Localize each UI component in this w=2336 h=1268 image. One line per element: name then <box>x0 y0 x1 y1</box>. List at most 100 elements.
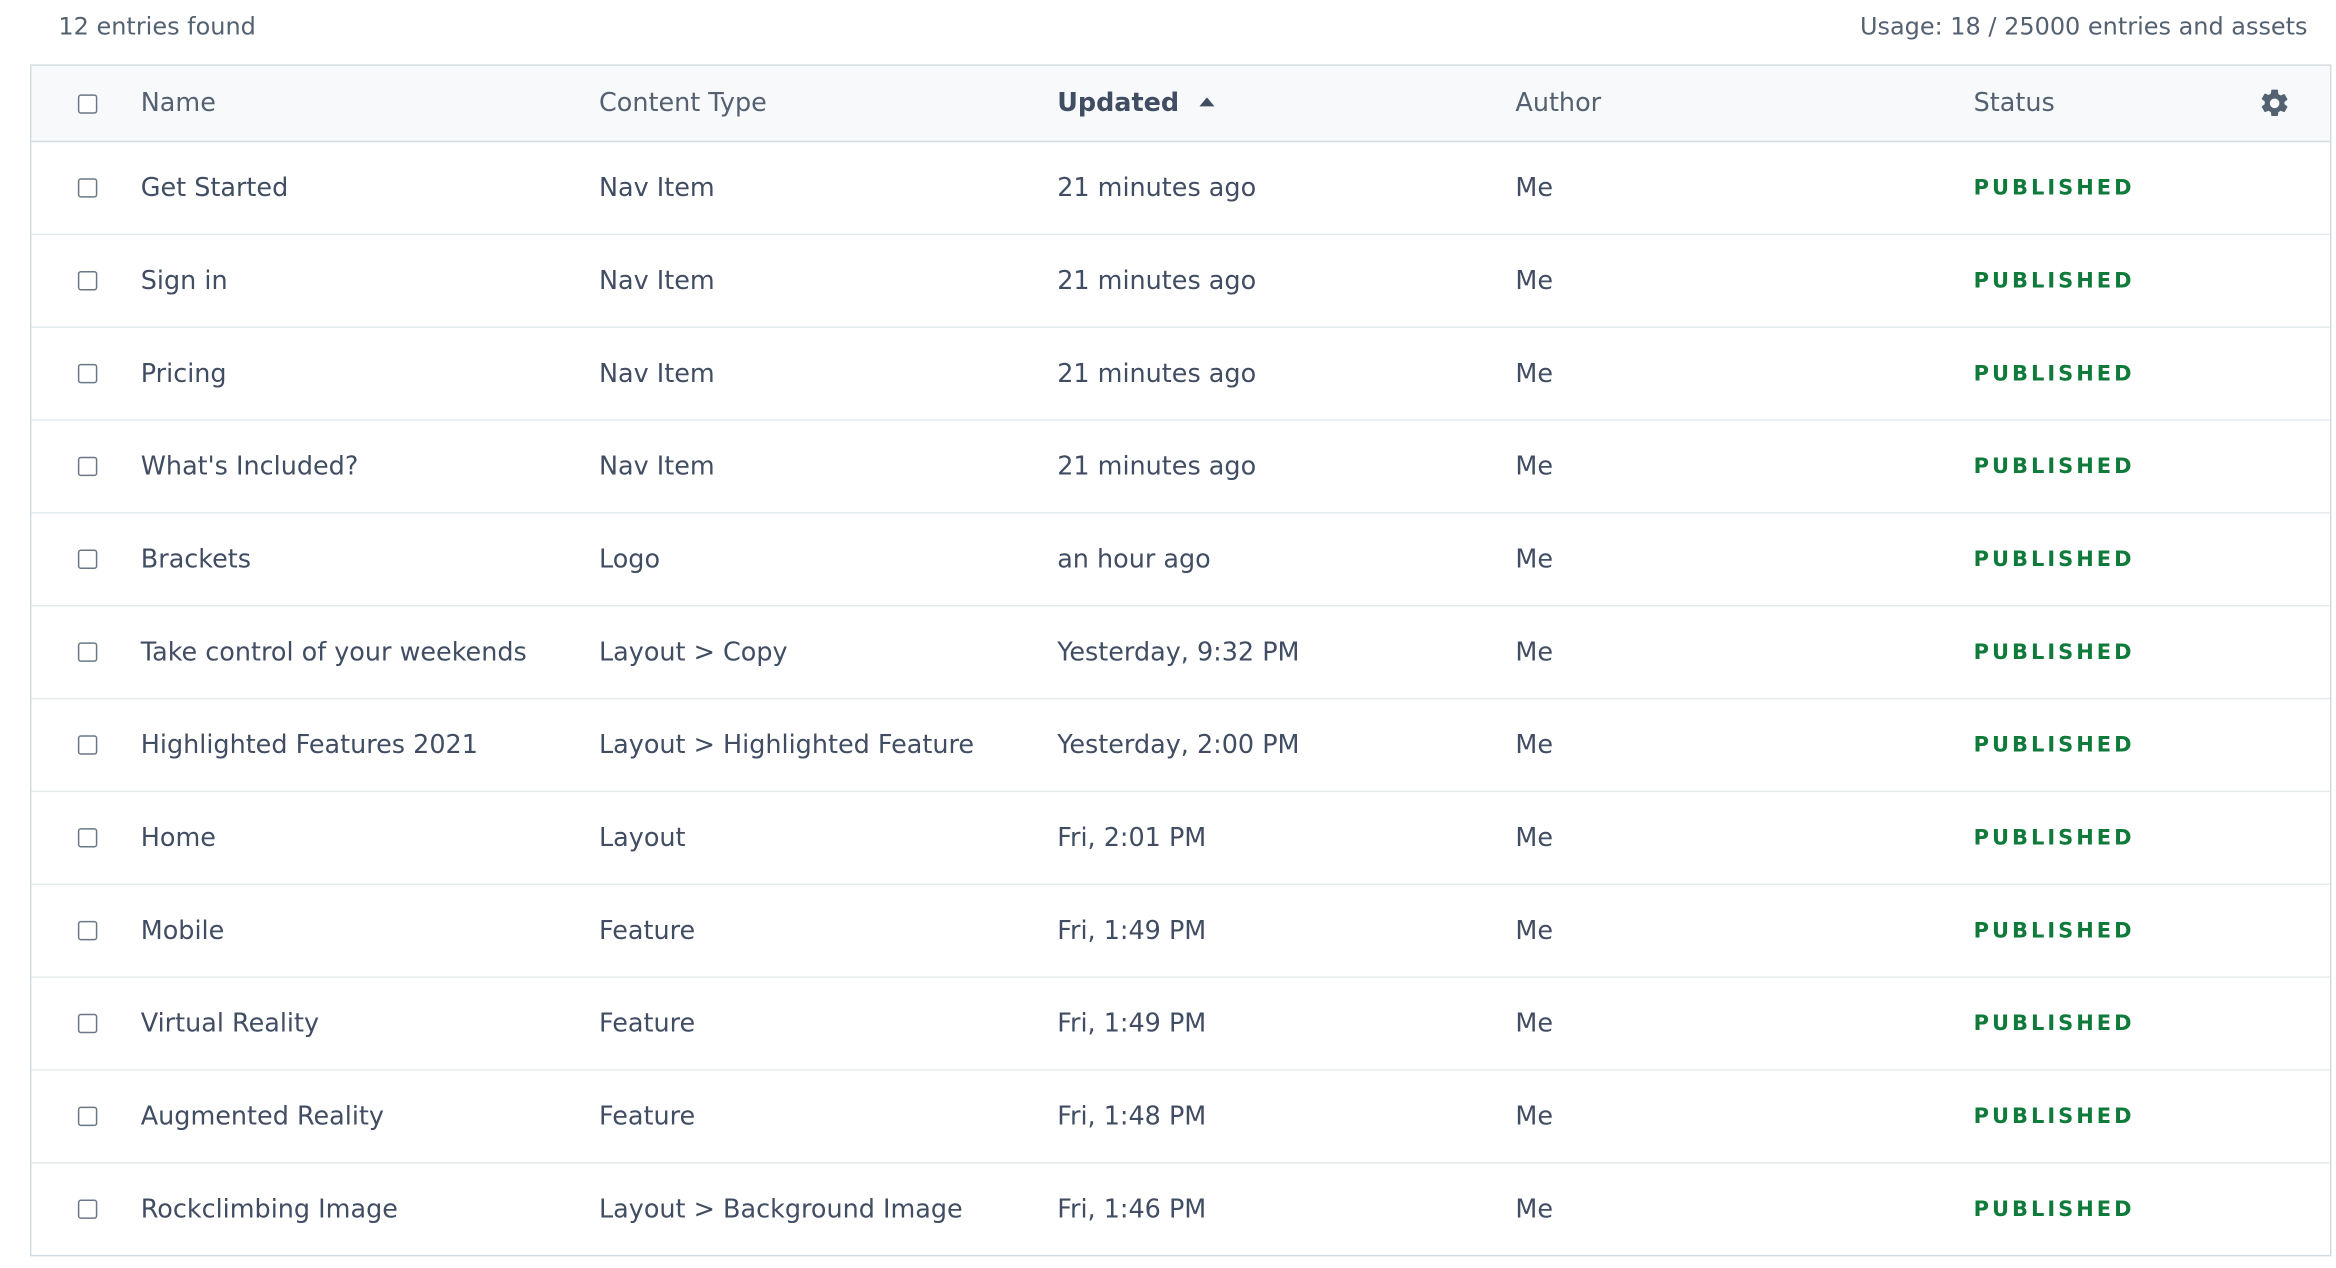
row-select-checkbox[interactable] <box>77 642 97 662</box>
table-row[interactable]: Augmented Reality Feature Fri, 1:48 PM M… <box>31 1069 2331 1162</box>
entry-name-cell[interactable]: Augmented Reality <box>141 1071 384 1162</box>
column-header-updated-label: Updated <box>1057 88 1180 119</box>
status-badge: PUBLISHED <box>1973 918 2135 943</box>
author-cell: Me <box>1515 328 1553 419</box>
row-select-checkbox[interactable] <box>77 920 97 941</box>
entry-name-cell[interactable]: Highlighted Features 2021 <box>141 699 478 790</box>
row-select-cell <box>73 328 100 419</box>
row-select-checkbox[interactable] <box>77 271 97 291</box>
updated-cell: Fri, 1:49 PM <box>1057 885 1206 976</box>
table-header-row: Name Content Type Updated Author Status <box>31 65 2331 143</box>
table-row[interactable]: Mobile Feature Fri, 1:49 PM Me PUBLISHED <box>31 883 2331 976</box>
entry-name-cell[interactable]: Take control of your weekends <box>141 606 527 697</box>
author-name: Me <box>1515 1008 1554 1039</box>
table-row[interactable]: Brackets Logo an hour ago Me PUBLISHED <box>31 512 2331 605</box>
status-cell: PUBLISHED <box>1974 699 2135 790</box>
author-cell: Me <box>1515 885 1553 976</box>
row-select-checkbox[interactable] <box>77 363 97 384</box>
status-badge: PUBLISHED <box>1973 547 2135 572</box>
entry-name-cell[interactable]: Get Started <box>141 142 288 233</box>
content-type-cell: Nav Item <box>599 328 715 419</box>
content-type-cell: Feature <box>599 978 695 1069</box>
column-settings-button[interactable] <box>2258 66 2291 141</box>
updated-cell: Fri, 2:01 PM <box>1057 792 1206 883</box>
content-type: Layout > Highlighted Feature <box>598 730 975 760</box>
content-type: Feature <box>598 915 696 946</box>
entry-name-cell[interactable]: What's Included? <box>141 421 359 512</box>
column-header-name[interactable]: Name <box>141 66 216 141</box>
author-name: Me <box>1515 172 1554 203</box>
table-row[interactable]: Pricing Nav Item 21 minutes ago Me PUBLI… <box>31 326 2331 419</box>
updated-time: Fri, 2:01 PM <box>1057 822 1207 853</box>
entry-name: Virtual Reality <box>140 1008 320 1039</box>
row-select-checkbox[interactable] <box>77 456 97 477</box>
status-badge: PUBLISHED <box>1973 268 2135 293</box>
row-select-checkbox[interactable] <box>77 1199 97 1219</box>
author-cell: Me <box>1515 1071 1553 1162</box>
content-type-cell: Feature <box>599 885 695 976</box>
updated-time: Fri, 1:46 PM <box>1057 1194 1207 1225</box>
content-type: Feature <box>598 1008 696 1039</box>
updated-time: Fri, 1:48 PM <box>1057 1101 1207 1132</box>
entry-name-cell[interactable]: Rockclimbing Image <box>141 1164 398 1255</box>
entry-name: Take control of your weekends <box>140 637 527 668</box>
author-cell: Me <box>1515 514 1553 605</box>
column-header-content-type[interactable]: Content Type <box>599 66 767 141</box>
status-cell: PUBLISHED <box>1974 1164 2135 1255</box>
table-row[interactable]: Take control of your weekends Layout > C… <box>31 604 2331 698</box>
status-cell: PUBLISHED <box>1974 235 2135 326</box>
content-type: Nav Item <box>598 265 715 296</box>
author-name: Me <box>1515 1194 1554 1225</box>
updated-time: Fri, 1:49 PM <box>1057 1008 1207 1039</box>
column-header-author-label: Author <box>1515 88 1602 119</box>
entry-name-cell[interactable]: Pricing <box>141 328 227 419</box>
status-badge: PUBLISHED <box>1973 825 2135 850</box>
row-select-cell <box>73 699 100 790</box>
column-header-author[interactable]: Author <box>1515 66 1601 141</box>
author-name: Me <box>1515 451 1554 482</box>
entry-name: Augmented Reality <box>140 1101 384 1132</box>
entries-table: Name Content Type Updated Author Status <box>29 64 2332 1257</box>
updated-time: Yesterday, 2:00 PM <box>1057 730 1300 760</box>
row-select-checkbox[interactable] <box>77 735 97 755</box>
table-row[interactable]: Home Layout Fri, 2:01 PM Me PUBLISHED <box>31 790 2331 884</box>
entry-name-cell[interactable]: Home <box>141 792 216 883</box>
row-select-checkbox[interactable] <box>77 828 97 848</box>
status-cell: PUBLISHED <box>1974 792 2135 883</box>
author-cell: Me <box>1515 235 1553 326</box>
row-select-checkbox[interactable] <box>77 1106 97 1127</box>
table-row[interactable]: What's Included? Nav Item 21 minutes ago… <box>31 419 2331 512</box>
table-row[interactable]: Get Started Nav Item 21 minutes ago Me P… <box>31 142 2330 233</box>
table-row[interactable]: Rockclimbing Image Layout > Background I… <box>31 1162 2331 1255</box>
entry-name: Sign in <box>140 265 228 296</box>
table-row[interactable]: Sign in Nav Item 21 minutes ago Me PUBLI… <box>31 233 2331 327</box>
column-header-status[interactable]: Status <box>1974 66 2055 141</box>
select-all-cell <box>73 66 100 141</box>
table-row[interactable]: Virtual Reality Feature Fri, 1:49 PM Me … <box>31 976 2331 1069</box>
entry-name-cell[interactable]: Brackets <box>141 514 251 605</box>
status-badge: PUBLISHED <box>1973 361 2135 386</box>
status-badge: PUBLISHED <box>1973 640 2135 665</box>
updated-time: 21 minutes ago <box>1057 172 1257 203</box>
content-type: Layout > Copy <box>598 637 788 668</box>
entry-name-cell[interactable]: Mobile <box>141 885 225 976</box>
row-select-checkbox[interactable] <box>77 1013 97 1034</box>
usage-summary: Usage: 18 / 25000 entries and assets <box>1859 11 2308 40</box>
content-type-cell: Nav Item <box>599 142 715 233</box>
entry-name-cell[interactable]: Sign in <box>141 235 228 326</box>
row-select-cell <box>73 142 100 233</box>
status-badge: PUBLISHED <box>1973 1104 2135 1129</box>
row-select-cell <box>73 606 100 697</box>
column-header-updated[interactable]: Updated <box>1057 66 1216 141</box>
entry-name-cell[interactable]: Virtual Reality <box>141 978 319 1069</box>
status-cell: PUBLISHED <box>1974 1071 2135 1162</box>
row-select-cell <box>73 885 100 976</box>
row-select-checkbox[interactable] <box>77 549 97 570</box>
select-all-checkbox[interactable] <box>77 93 97 114</box>
updated-time: 21 minutes ago <box>1057 358 1257 389</box>
table-row[interactable]: Highlighted Features 2021 Layout > Highl… <box>31 697 2331 791</box>
updated-cell: 21 minutes ago <box>1057 328 1256 419</box>
updated-cell: Fri, 1:49 PM <box>1057 978 1206 1069</box>
row-select-cell <box>73 792 100 883</box>
row-select-checkbox[interactable] <box>77 178 97 198</box>
